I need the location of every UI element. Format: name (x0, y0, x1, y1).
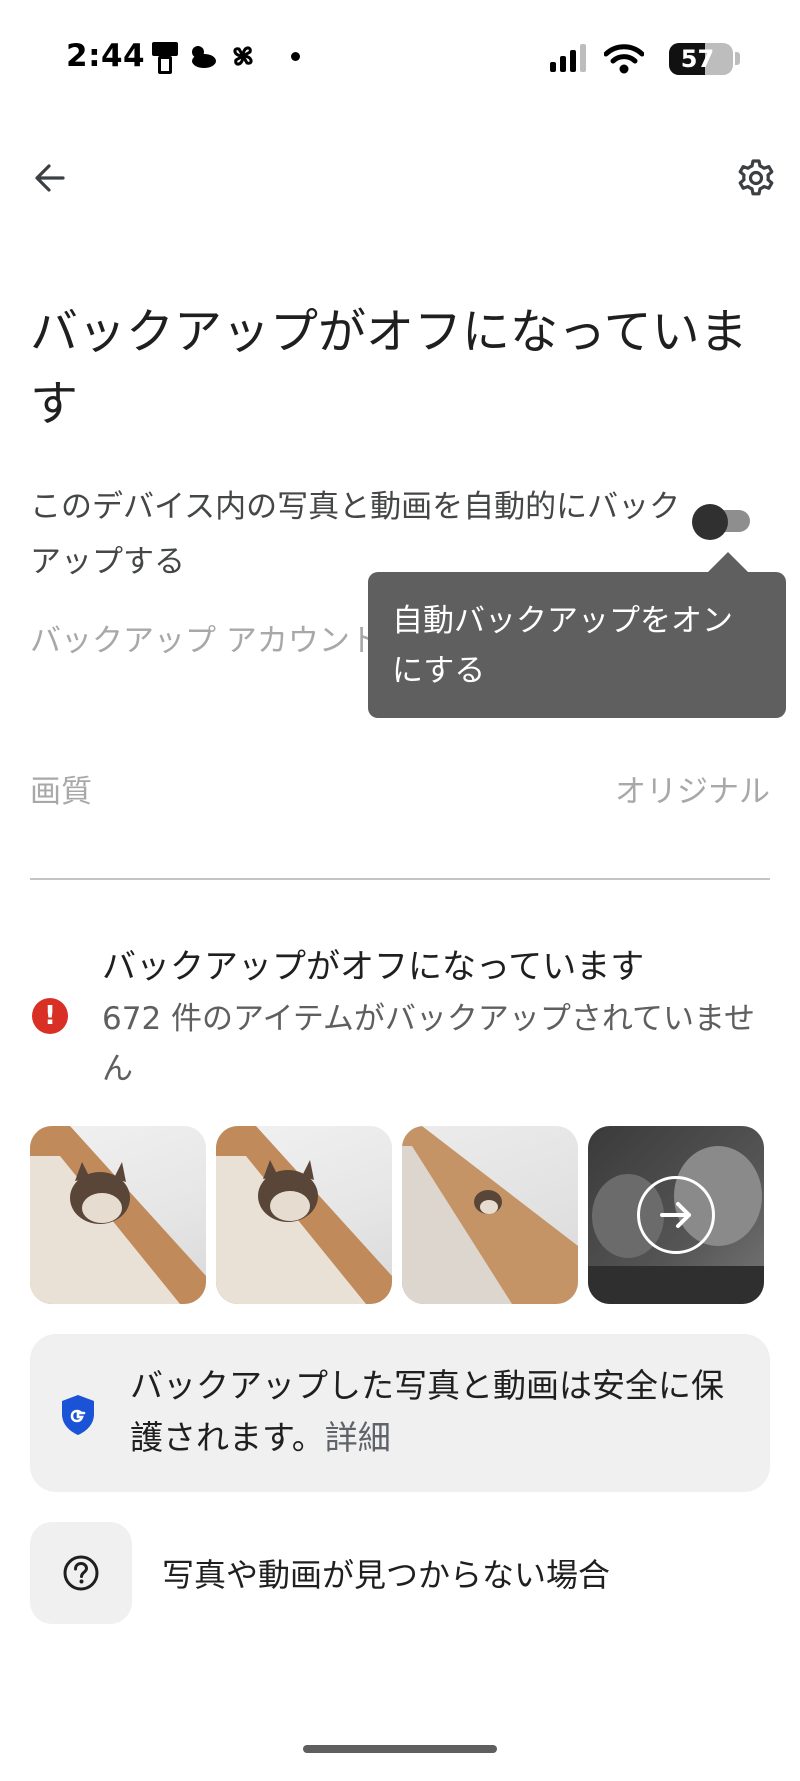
wifi-icon (604, 44, 644, 74)
status-bar: 2:44 57 (0, 0, 800, 120)
google-shield-icon (62, 1395, 94, 1435)
cat-photo-image (216, 1126, 392, 1304)
unbacked-thumbnails (30, 1126, 770, 1304)
warning-subtitle: 672 件のアイテムがバックアップされていません (102, 1001, 756, 1087)
cat-photo-image (402, 1126, 578, 1304)
auto-backup-toggle[interactable] (692, 504, 750, 540)
photo-thumbnail[interactable] (402, 1126, 578, 1304)
security-info-card: バックアップした写真と動画は安全に保護されます。詳細 (30, 1334, 770, 1492)
toggle-thumb (692, 504, 728, 540)
quality-value: オリジナル (615, 774, 770, 810)
settings-button[interactable] (732, 154, 780, 202)
missing-photos-help-row[interactable]: 写真や動画が見つからない場合 (30, 1522, 770, 1624)
more-photos-thumbnail[interactable] (588, 1126, 764, 1304)
details-link[interactable]: 詳細 (325, 1418, 391, 1457)
warning-title: バックアップがオフになっています (102, 947, 645, 987)
battery-level: 57 (680, 45, 715, 73)
help-circle-icon (63, 1555, 99, 1591)
phone-icon (152, 42, 178, 74)
photo-thumbnail[interactable] (216, 1126, 392, 1304)
divider (30, 878, 770, 880)
tooltip-text: 自動バックアップをオンにする (392, 603, 733, 689)
tooltip-arrow (706, 552, 750, 574)
battery-icon: 57 (669, 43, 733, 75)
auto-backup-tooltip: 自動バックアップをオンにする (368, 572, 786, 718)
page-title: バックアップがオフになっています (30, 304, 748, 432)
cloud-icon (192, 46, 216, 68)
quality-label: 画質 (30, 774, 92, 810)
photo-thumbnail[interactable] (30, 1126, 206, 1304)
arrow-right-icon (660, 1202, 691, 1228)
help-text: 写真や動画が見つからない場合 (162, 1556, 611, 1594)
error-icon: ! (32, 998, 68, 1034)
security-info-message: バックアップした写真と動画は安全に保護されます。 (130, 1366, 724, 1457)
home-indicator[interactable] (303, 1745, 497, 1753)
security-info-text: バックアップした写真と動画は安全に保護されます。詳細 (130, 1360, 730, 1464)
dot-icon (291, 52, 300, 61)
gear-icon (738, 159, 774, 196)
more-photos-button[interactable] (637, 1176, 715, 1254)
help-icon-box (30, 1522, 132, 1624)
pinwheel-icon (233, 46, 253, 66)
battery-tip (735, 52, 740, 65)
arrow-back-icon (35, 164, 65, 192)
cat-photo-image (30, 1126, 206, 1304)
signal-icon (550, 44, 586, 72)
status-time: 2:44 (66, 38, 146, 74)
back-button[interactable] (26, 154, 74, 202)
